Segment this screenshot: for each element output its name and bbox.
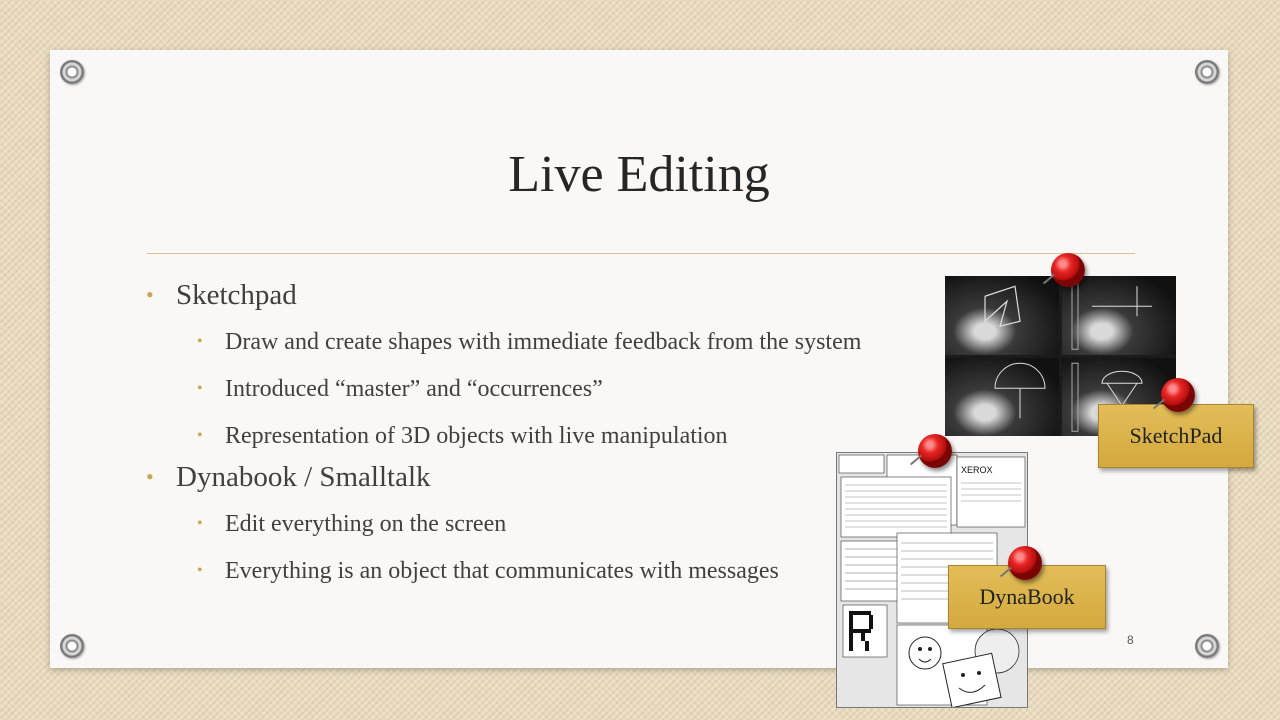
bullet-item: • Introduced “master” and “occurrences” (146, 369, 946, 416)
sketchpad-frame (945, 276, 1059, 355)
bullet-list: • Sketchpad • Draw and create shapes with … (146, 275, 946, 598)
pushpin-icon (1161, 378, 1195, 412)
bullet-text: Sketchpad (176, 279, 297, 311)
dynabook-screen-title: XEROX (961, 465, 993, 475)
bullet-dot-icon: • (146, 282, 154, 307)
sketchpad-frame (1062, 276, 1176, 355)
bullet-text: Dynabook / Smalltalk (176, 461, 431, 493)
slide-title: Live Editing (508, 146, 770, 203)
pushpin-icon (1008, 546, 1042, 580)
bullet-text: Draw and create shapes with immediate fe… (225, 329, 862, 355)
bullet-text: Representation of 3D objects with live m… (225, 423, 728, 449)
pushpin-icon (1051, 253, 1085, 287)
bullet-dot-icon: • (197, 515, 203, 532)
screw-icon (1195, 634, 1219, 658)
bullet-text: Everything is an object that communicate… (225, 558, 779, 584)
bullet-dot-icon: • (146, 464, 154, 489)
screw-icon (1195, 60, 1219, 84)
bullet-dot-icon: • (197, 333, 203, 350)
bullet-dot-icon: • (197, 380, 203, 397)
bullet-item: • Everything is an object that communicat… (146, 551, 946, 598)
title-divider (147, 253, 1135, 254)
bullet-text: Introduced “master” and “occurrences” (225, 376, 603, 402)
bullet-item: • Draw and create shapes with immediate f… (146, 322, 946, 369)
bullet-dot-icon: • (197, 427, 203, 444)
bullet-item: • Dynabook / Smalltalk (146, 457, 946, 504)
screw-icon (60, 60, 84, 84)
bullet-item: • Representation of 3D objects with live … (146, 416, 946, 463)
bullet-text: Edit everything on the screen (225, 511, 507, 537)
bullet-dot-icon: • (197, 562, 203, 579)
sketchpad-label: SketchPad (1098, 404, 1254, 468)
dynabook-label-text: DynaBook (979, 584, 1075, 609)
bullet-item: • Sketchpad (146, 275, 946, 322)
sketchpad-label-text: SketchPad (1129, 423, 1223, 448)
screw-icon (60, 634, 84, 658)
sketchpad-frame (945, 357, 1059, 436)
bullet-item: • Edit everything on the screen (146, 504, 946, 551)
pushpin-icon (918, 434, 952, 468)
page-number: 8 (1127, 633, 1134, 647)
